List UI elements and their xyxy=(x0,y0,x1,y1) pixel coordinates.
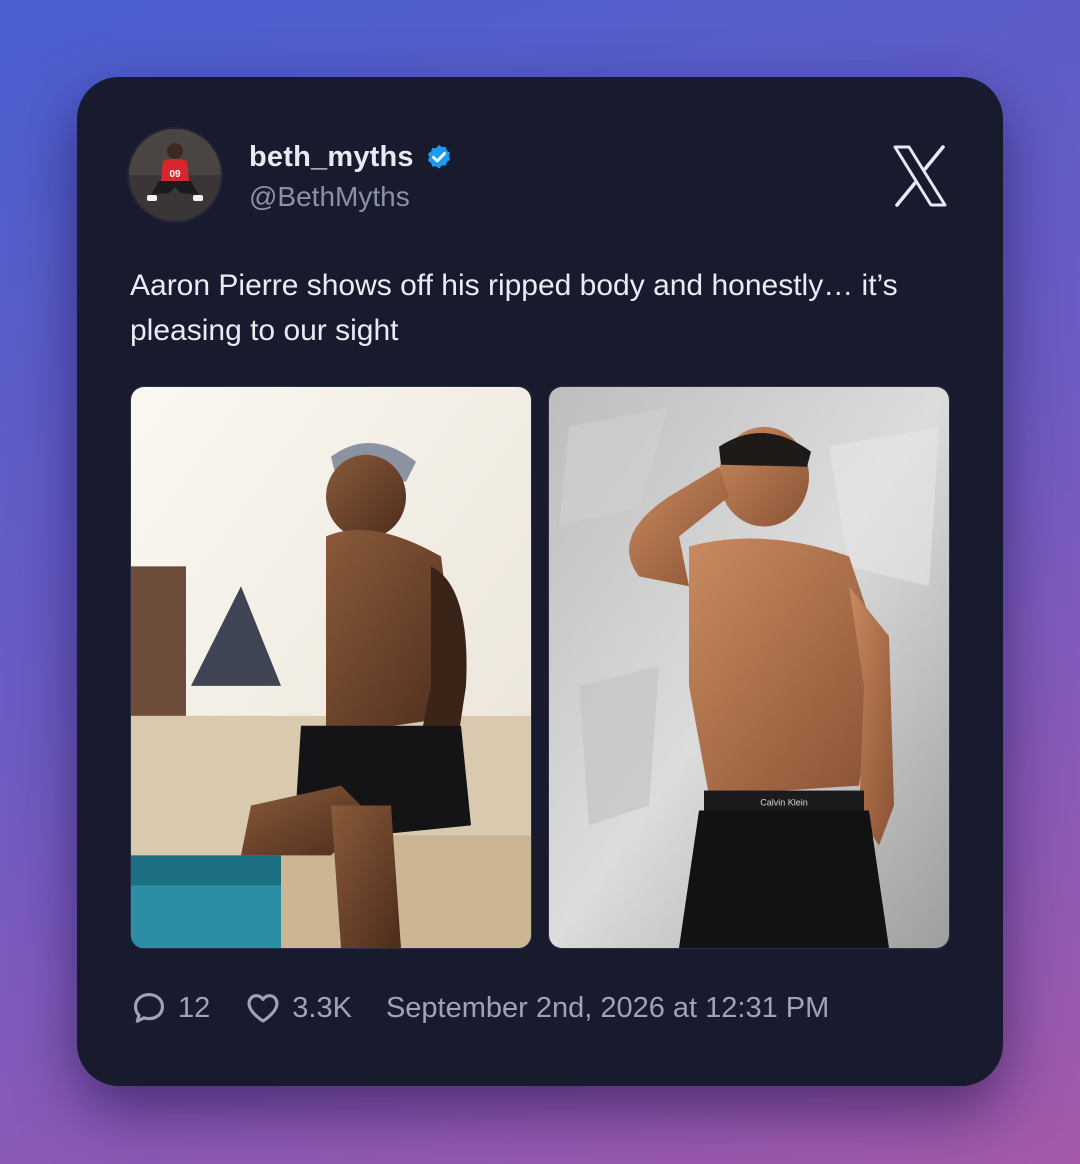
reply-button[interactable]: 12 xyxy=(130,989,210,1027)
like-count: 3.3K xyxy=(292,991,352,1024)
tweet-timestamp[interactable]: September 2nd, 2026 at 12:31 PM xyxy=(386,992,829,1025)
heart-icon xyxy=(247,994,279,1023)
x-logo-icon[interactable] xyxy=(891,145,949,207)
tweet-card: 09 beth_myths @BethMyths Aaron Pierre sh… xyxy=(77,77,1003,1086)
avatar-photo: 09 xyxy=(129,129,221,221)
reply-count: 12 xyxy=(178,991,211,1024)
like-button[interactable]: 3.3K xyxy=(244,989,352,1027)
tweet-photo-1[interactable] xyxy=(130,386,532,949)
author-name-row[interactable]: beth_myths xyxy=(249,141,454,174)
tweet-photo-2[interactable]: Calvin Klein xyxy=(548,386,950,949)
speech-bubble-icon xyxy=(133,992,165,1023)
photo-wall-scene: Calvin Klein xyxy=(549,387,949,948)
verified-badge-icon xyxy=(427,144,450,169)
tweet-text: Aaron Pierre shows off his ripped body a… xyxy=(130,269,898,347)
author-avatar[interactable]: 09 xyxy=(129,129,221,221)
tweet-footer: 12 3.3K September 2nd, 2026 at 12:31 PM xyxy=(130,989,829,1027)
svg-text:09: 09 xyxy=(169,169,181,180)
photo-pool-scene xyxy=(131,387,531,948)
author-display-name[interactable]: beth_myths xyxy=(249,141,414,174)
author-handle[interactable]: @BethMyths xyxy=(249,181,410,213)
tweet-media: Calvin Klein xyxy=(130,386,950,949)
svg-text:Calvin Klein: Calvin Klein xyxy=(760,798,807,808)
